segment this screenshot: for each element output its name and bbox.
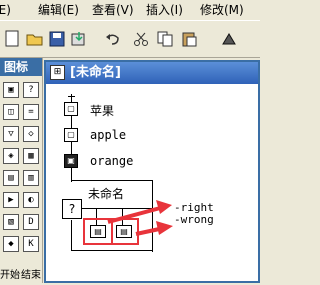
menu-insert[interactable]: 插入(I) (146, 2, 183, 18)
motion-icon[interactable]: ? (23, 82, 39, 98)
decision-icon[interactable]: ◈ (3, 148, 19, 164)
toolbar (0, 20, 260, 58)
flow-start (68, 96, 75, 97)
branch-label-wrong: -wrong (174, 213, 214, 226)
map-icon[interactable]: ▥ (23, 170, 39, 186)
ko-icon[interactable]: K (23, 236, 39, 252)
framework-icon[interactable]: ◇ (23, 126, 39, 142)
flowline-window: [未命名] ⊞ ▢ 苹果 ▢ apple ▣ orange 未命名 ? ▤ ▤ … (44, 60, 260, 283)
new-icon[interactable] (2, 28, 24, 50)
red-arrow-2-line (135, 226, 165, 236)
dvd-icon[interactable]: D (23, 214, 39, 230)
branch-2-line (122, 208, 123, 226)
cut-icon[interactable] (130, 28, 152, 50)
flow-node-3[interactable]: ▣ (64, 154, 78, 168)
loop-bottom-line (71, 250, 153, 251)
flow-node-2-label: apple (90, 128, 127, 142)
loop-right-line (152, 180, 153, 252)
palette-title: 图标 (0, 58, 42, 76)
window-icon: ⊞ (50, 65, 65, 80)
undo-icon[interactable] (102, 28, 124, 50)
decision-icon[interactable]: ? (62, 199, 82, 219)
interaction-icon[interactable]: ▦ (23, 148, 39, 164)
decision-label: 未命名 (88, 187, 125, 201)
branch-line (82, 208, 152, 209)
knowledge-object-icon[interactable]: ◆ (3, 236, 19, 252)
open-icon[interactable] (24, 28, 46, 50)
wait-icon[interactable]: = (23, 104, 39, 120)
loop-top-line (71, 180, 153, 181)
window-title: [未命名] (46, 62, 258, 84)
digital-movie-icon[interactable]: ▶ (3, 192, 19, 208)
branch-1-line (96, 208, 97, 226)
copy-icon[interactable] (154, 28, 176, 50)
red-arrow-1-line (107, 205, 165, 224)
flow-node-1[interactable]: ▢ (64, 102, 78, 116)
navigate-icon[interactable]: ▽ (3, 126, 19, 142)
run-icon[interactable] (218, 28, 240, 50)
paste-icon[interactable] (178, 28, 200, 50)
menu-edit[interactable]: 编辑(E) (38, 2, 79, 18)
branch-1-node[interactable]: ▤ (90, 225, 106, 238)
video-icon[interactable]: ▧ (3, 214, 19, 230)
red-arrow-2-head (156, 221, 173, 235)
flow-node-3-label: orange (90, 154, 134, 168)
display-icon[interactable]: ▣ (3, 82, 19, 98)
import-icon[interactable] (68, 28, 90, 50)
menu-modify[interactable]: 修改(M) (200, 2, 244, 18)
icon-palette: 图标 ▣ ? ◫ = ▽ ◇ ◈ ▦ ▤ ▥ ▶ ◐ ▧ D ◆ K 开始 结束 (0, 58, 43, 283)
branch-2-node[interactable]: ▤ (116, 225, 132, 238)
sound-icon[interactable]: ◐ (23, 192, 39, 208)
red-arrow-1-head (156, 200, 172, 214)
calculation-icon[interactable]: ▤ (3, 170, 19, 186)
menu-view[interactable]: 查看(V) (92, 2, 134, 18)
menu-bar: (E) 编辑(E) 查看(V) 插入(I) 修改(M) (0, 0, 260, 20)
flow-node-1-label: 苹果 (90, 104, 115, 118)
save-icon[interactable] (46, 28, 68, 50)
annotation-overlay (83, 200, 173, 245)
loop-left-line (71, 220, 72, 250)
menu-file[interactable]: (E) (0, 2, 11, 18)
flow-node-2[interactable]: ▢ (64, 128, 78, 142)
erase-icon[interactable]: ◫ (3, 104, 19, 120)
